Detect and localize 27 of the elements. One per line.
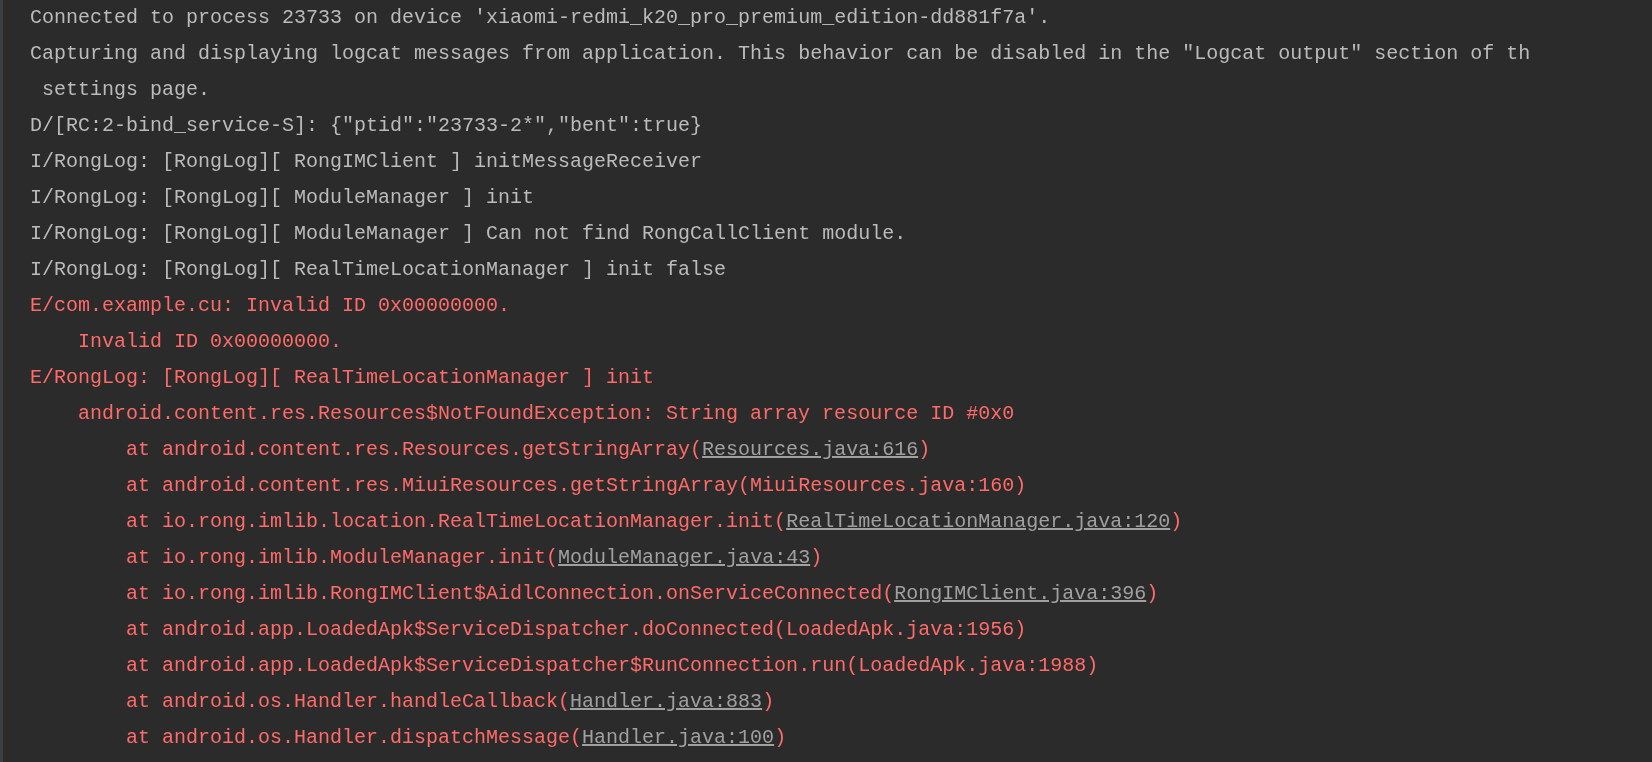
source-link[interactable]: RealTimeLocationManager.java:120 [786, 510, 1171, 533]
log-line: E/RongLog: [RongLog][ RealTimeLocationManager ] init [30, 365, 655, 391]
stack-trace-line: at android.app.LoadedApk$ServiceDispatcher$RunConnection.run(LoadedApk.java:1988) [126, 653, 1099, 679]
log-line: I/RongLog: [RongLog][ ModuleManager ] init [30, 185, 535, 211]
log-line: Capturing and displaying logcat messages from application. This behavior can be disabled in the "Logcat output" section of th [30, 41, 1531, 67]
log-line: Connected to process 23733 on device 'xiaomi-redmi_k20_pro_premium_edition-dd881f7a'. [30, 5, 1051, 31]
stack-trace-line: at io.rong.imlib.ModuleManager.init(ModuleManager.java:43) [126, 545, 823, 571]
source-link[interactable]: Handler.java:883 [570, 690, 763, 713]
log-line: E/com.example.cu: Invalid ID 0x00000000. [30, 293, 511, 319]
log-line: I/RongLog: [RongLog][ RongIMClient ] initMessageReceiver [30, 149, 703, 175]
log-line: settings page. [42, 77, 211, 103]
log-line: I/RongLog: [RongLog][ ModuleManager ] Can not find RongCallClient module. [30, 221, 907, 247]
stack-trace-line: at io.rong.imlib.location.RealTimeLocationManager.init(RealTimeLocationManager.java:120) [126, 509, 1183, 535]
stack-trace-line: at io.rong.imlib.RongIMClient$AidlConnection.onServiceConnected(RongIMClient.java:396) [126, 581, 1159, 607]
stack-trace-line: at android.app.LoadedApk$ServiceDispatcher.doConnected(LoadedApk.java:1956) [126, 617, 1027, 643]
source-link[interactable]: Handler.java:100 [582, 726, 775, 749]
source-link[interactable]: Resources.java:616 [702, 438, 919, 461]
stack-trace-line: at android.content.res.MiuiResources.getStringArray(MiuiResources.java:160) [126, 473, 1027, 499]
log-line: D/[RC:2-bind_service-S]: {"ptid":"23733-2*","bent":true} [30, 113, 703, 139]
source-link[interactable]: RongIMClient.java:396 [894, 582, 1147, 605]
stack-trace-line: at android.content.res.Resources.getStringArray(Resources.java:616) [126, 437, 931, 463]
source-link[interactable]: ModuleManager.java:43 [558, 546, 811, 569]
stack-trace-line: at android.os.Handler.dispatchMessage(Handler.java:100) [126, 725, 787, 751]
log-line: Invalid ID 0x00000000. [78, 329, 343, 355]
log-line: android.content.res.Resources$NotFoundException: String array resource ID #0x0 [78, 401, 1015, 427]
log-line: I/RongLog: [RongLog][ RealTimeLocationManager ] init false [30, 257, 727, 283]
stack-trace-line: at android.os.Handler.handleCallback(Handler.java:883) [126, 689, 775, 715]
